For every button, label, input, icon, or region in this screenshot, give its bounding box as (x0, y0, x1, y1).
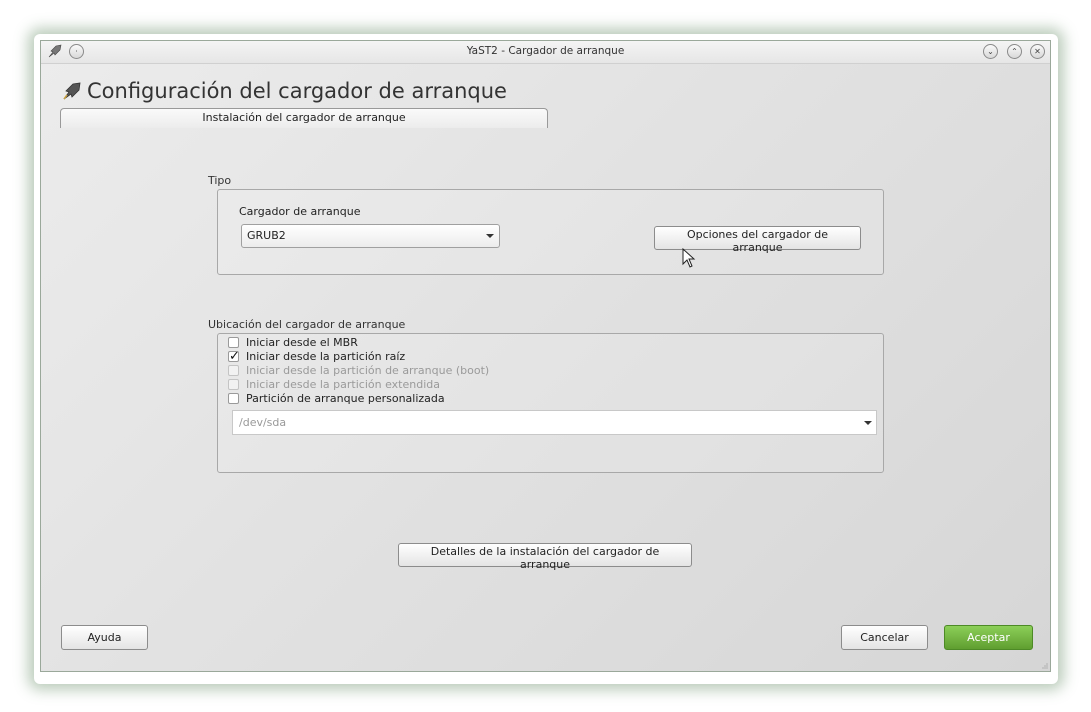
checkbox[interactable]: ✓ (228, 349, 240, 364)
titlebar[interactable]: · YaST2 - Cargador de arranque ⌄ ⌃ ✕ (41, 41, 1050, 64)
loader-select-value: GRUB2 (247, 229, 286, 242)
option-mbr-label: Iniciar desde el MBR (246, 336, 358, 349)
option-custom-label: Partición de arranque personalizada (246, 392, 445, 405)
option-root-label: Iniciar desde la partición raíz (246, 350, 406, 363)
help-button[interactable]: Ayuda (61, 625, 148, 650)
checkmark-icon: ✓ (229, 349, 240, 364)
option-boot-partition: Iniciar desde la partición de arranque (… (228, 364, 489, 377)
checkbox (228, 379, 239, 390)
tipo-group-label: Tipo (208, 174, 232, 187)
location-group-label: Ubicación del cargador de arranque (208, 318, 406, 331)
tab-installation[interactable]: Instalación del cargador de arranque (60, 108, 548, 128)
maximize-icon[interactable]: ⌃ (1007, 44, 1022, 59)
custom-partition-select: /dev/sda (232, 410, 877, 435)
option-custom-partition[interactable]: Partición de arranque personalizada (228, 392, 445, 405)
chevron-down-icon (486, 234, 494, 238)
page-title: Configuración del cargador de arranque (61, 79, 507, 103)
loader-options-button[interactable]: Opciones del cargador de arranque (654, 226, 861, 254)
page-title-text: Configuración del cargador de arranque (87, 79, 507, 103)
close-icon[interactable]: ✕ (1030, 44, 1045, 59)
mouse-cursor-icon (682, 248, 696, 268)
cancel-button[interactable]: Cancelar (841, 625, 928, 650)
yast-window: · YaST2 - Cargador de arranque ⌄ ⌃ ✕ Con… (40, 40, 1051, 672)
loader-select[interactable]: GRUB2 (241, 224, 500, 248)
tab-label: Instalación del cargador de arranque (202, 111, 406, 124)
window-title: YaST2 - Cargador de arranque (466, 45, 625, 57)
option-boot-label: Iniciar desde la partición de arranque (… (246, 364, 490, 377)
rocket-icon (63, 82, 81, 100)
option-extended-label: Iniciar desde la partición extendida (246, 378, 440, 391)
option-root-partition[interactable]: ✓ Iniciar desde la partición raíz (228, 349, 406, 364)
checkbox (228, 365, 239, 376)
minimize-icon[interactable]: ⌄ (983, 44, 998, 59)
installation-details-button[interactable]: Detalles de la instalación del cargador … (398, 543, 692, 571)
option-mbr[interactable]: Iniciar desde el MBR (228, 336, 358, 349)
option-extended-partition: Iniciar desde la partición extendida (228, 378, 440, 391)
chevron-down-icon (864, 420, 872, 425)
accept-button[interactable]: Aceptar (944, 625, 1033, 650)
custom-partition-value: /dev/sda (239, 416, 287, 429)
resize-grip-icon[interactable] (1042, 663, 1048, 669)
checkbox[interactable] (228, 393, 239, 404)
loader-label: Cargador de arranque (239, 205, 361, 218)
checkbox[interactable] (228, 337, 239, 348)
